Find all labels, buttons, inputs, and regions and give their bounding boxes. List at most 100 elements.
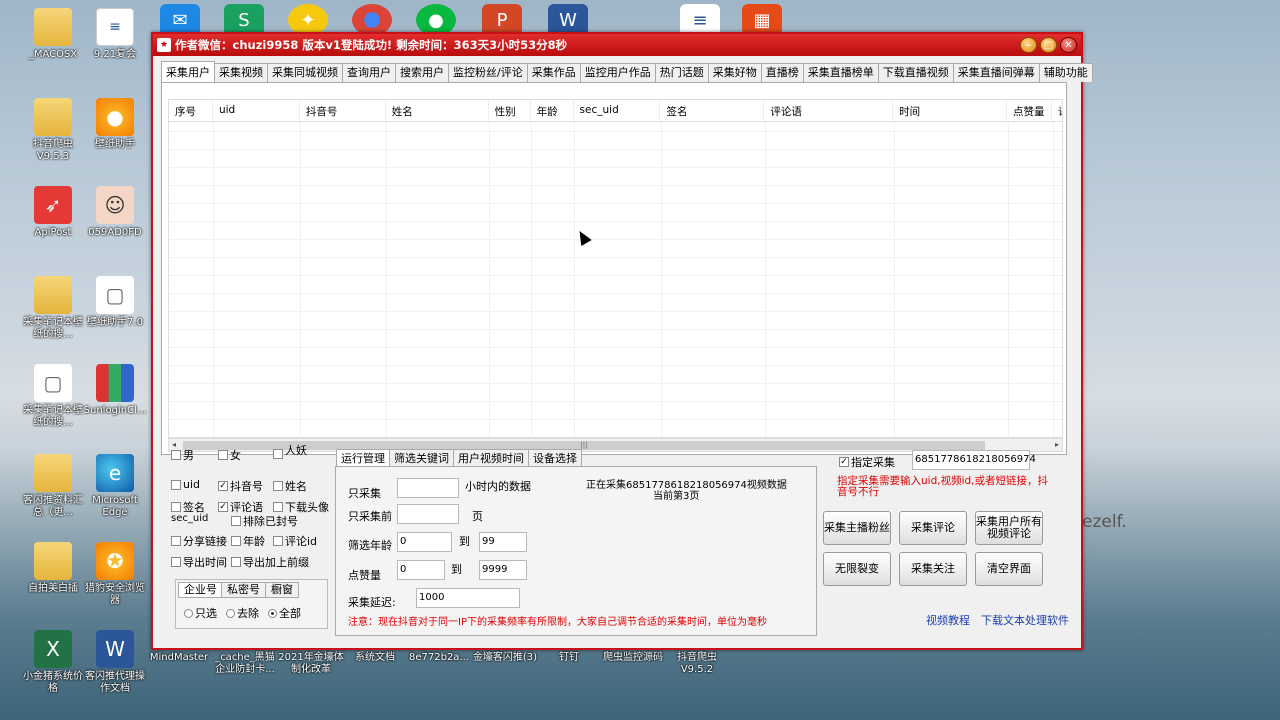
tab-search-users[interactable]: 搜索用户 <box>395 63 449 82</box>
tab-live-rank[interactable]: 直播榜 <box>760 63 804 82</box>
close-button[interactable]: ✕ <box>1060 37 1077 53</box>
desktop-icon[interactable]: _MACOSX <box>20 8 86 61</box>
checkbox-age[interactable]: 年龄 <box>231 533 265 549</box>
column-header[interactable]: 评论语 <box>764 100 894 121</box>
tab-private[interactable]: 私密号 <box>221 582 266 598</box>
specify-input[interactable]: 6851778618218056974 <box>912 450 1036 470</box>
desktop-icon[interactable]: 采集笔记本壁纸的搜... <box>20 276 86 341</box>
checkbox-specify-collect[interactable]: ✓ 指定采集 <box>839 454 895 470</box>
title-bar[interactable]: ★ 作者微信：chuzi9958 版本v1登陆成功! 剩余时间：363天3小时5… <box>153 34 1081 56</box>
minimize-button[interactable]: – <box>1020 37 1037 53</box>
desktop-icon[interactable]: _cache_黑猫企业防封卡... <box>212 652 278 676</box>
folder-icon <box>34 276 72 314</box>
checkbox-uid[interactable]: uid <box>171 478 200 491</box>
age-from-input[interactable]: 0 <box>397 532 452 552</box>
desktop-icon[interactable]: ● 壁纸助手 <box>82 98 148 151</box>
likes-from-input[interactable]: 0 <box>397 560 445 580</box>
desktop-icon[interactable]: e Microsoft Edge <box>82 454 148 519</box>
column-header[interactable]: uid <box>213 100 300 121</box>
scroll-right-icon[interactable]: ▸ <box>1055 439 1059 451</box>
desktop-icon[interactable]: ≡ 9.21复会 <box>82 8 148 61</box>
desktop-icon[interactable]: X 小金猪系统价格 <box>20 630 86 695</box>
tab-download-live[interactable]: 下载直播视频 <box>877 63 954 82</box>
checkbox-comment-id[interactable]: 评论id <box>273 533 317 549</box>
results-grid[interactable]: 序号 uid 抖音号 姓名 性别 年龄 sec_uid 签名 评论语 时间 点赞… <box>168 99 1063 438</box>
checkbox-export-prefix[interactable]: 导出加上前缀 <box>231 554 309 570</box>
desktop-icon[interactable]: 金壕客闪推(3) <box>472 652 538 664</box>
maximize-button[interactable]: □ <box>1040 37 1057 53</box>
column-header[interactable]: 抖音号 <box>300 100 386 121</box>
tab-collect-videos[interactable]: 采集视频 <box>214 63 268 82</box>
checkbox-male[interactable]: 男 <box>171 447 194 463</box>
desktop-icon[interactable]: 爬虫监控源码 <box>600 652 666 664</box>
desktop-icon[interactable]: ✪ 猎豹安全浏览器 <box>82 542 148 607</box>
tab-local-videos[interactable]: 采集同城视频 <box>267 63 343 82</box>
checkbox-female[interactable]: 女 <box>218 447 241 463</box>
hours-input[interactable] <box>397 478 459 498</box>
desktop-icon[interactable]: MindMaster <box>146 652 212 664</box>
tab-collect-live-list[interactable]: 采集直播榜单 <box>802 63 879 82</box>
desktop-icon[interactable]: ▢ 壁纸助手7.0 <box>82 276 148 329</box>
tab-collect-goods[interactable]: 采集好物 <box>707 63 762 82</box>
tab-showcase[interactable]: 橱窗 <box>265 582 299 598</box>
tab-live-comments[interactable]: 采集直播间弹幕 <box>952 63 1040 82</box>
checkbox-other[interactable]: 人妖 <box>273 441 307 459</box>
desktop-icon[interactable]: 客闪推资料汇总（更... <box>20 454 86 519</box>
tab-run-management[interactable]: 运行管理 <box>336 449 390 467</box>
collect-comments-button[interactable]: 采集评论 <box>899 511 967 545</box>
desktop-icon[interactable]: ➶ ApiPost <box>20 186 86 239</box>
desktop-icon[interactable]: W 客闪推代理操作文档 <box>82 630 148 695</box>
likes-to-input[interactable]: 9999 <box>479 560 527 580</box>
delay-input[interactable]: 1000 <box>416 588 520 608</box>
desktop-icon[interactable]: ▢ 采集笔记本壁纸的搜... <box>20 364 86 429</box>
column-header[interactable]: 年龄 <box>531 100 574 121</box>
clear-ui-button[interactable]: 清空界面 <box>975 552 1043 586</box>
checkbox-name[interactable]: 姓名 <box>273 478 307 494</box>
desktop-icon[interactable]: 抖音爬虫V9.5.3 <box>20 98 86 163</box>
checkbox-sec-uid[interactable]: sec_uid <box>171 513 208 524</box>
tab-user-video-time[interactable]: 用户视频时间 <box>453 449 529 467</box>
collect-all-video-comments-button[interactable]: 采集用户所有视频评论 <box>975 511 1043 545</box>
column-header[interactable]: 签名 <box>660 100 765 121</box>
desktop-icon[interactable]: 系统文档 <box>342 652 408 664</box>
column-header[interactable]: 姓名 <box>386 100 489 121</box>
infinite-fission-button[interactable]: 无限裂变 <box>823 552 891 586</box>
column-header[interactable]: 序号 <box>169 100 213 121</box>
radio-only[interactable]: 只选 <box>184 605 217 621</box>
tab-device-select[interactable]: 设备选择 <box>528 449 582 467</box>
tab-hot-topics[interactable]: 热门话题 <box>654 63 709 82</box>
radio-remove[interactable]: 去除 <box>226 605 259 621</box>
tab-monitor-works[interactable]: 监控用户作品 <box>579 63 656 82</box>
desktop-icon[interactable]: 自拍美白插 <box>20 542 86 595</box>
desktop-icon[interactable]: 2021年金壕体制化改革 <box>278 652 344 676</box>
column-header[interactable]: 点赞量 <box>1007 100 1052 121</box>
checkbox-douyin-id[interactable]: ✓ 抖音号 <box>218 478 263 494</box>
grid-body[interactable] <box>169 122 1062 437</box>
tab-collect-works[interactable]: 采集作品 <box>526 63 581 82</box>
video-tutorial-link[interactable]: 视频教程 <box>926 612 970 628</box>
desktop-icon[interactable]: ☺ 059AD0FD <box>82 186 148 239</box>
checkbox-exclude-banned[interactable]: 排除已封号 <box>231 513 298 529</box>
download-text-tool-link[interactable]: 下载文本处理软件 <box>981 612 1069 628</box>
tab-query-users[interactable]: 查询用户 <box>342 63 396 82</box>
column-header[interactable]: 评 <box>1052 100 1062 121</box>
checkbox-export-time[interactable]: 导出时间 <box>171 554 227 570</box>
collect-follows-button[interactable]: 采集关注 <box>899 552 967 586</box>
tab-monitor-fans[interactable]: 监控粉丝/评论 <box>448 63 528 82</box>
tab-enterprise[interactable]: 企业号 <box>178 582 223 598</box>
column-header[interactable]: 时间 <box>893 100 1008 121</box>
desktop-icon[interactable]: SunloginCl... <box>82 364 148 417</box>
age-to-input[interactable]: 99 <box>479 532 527 552</box>
desktop-icon[interactable]: 钉钉 <box>536 652 602 664</box>
collect-host-fans-button[interactable]: 采集主播粉丝 <box>823 511 891 545</box>
column-header[interactable]: 性别 <box>489 100 531 121</box>
tab-filter-keywords[interactable]: 筛选关键词 <box>389 449 454 467</box>
pages-input[interactable] <box>397 504 459 524</box>
checkbox-share-link[interactable]: 分享链接 <box>171 533 227 549</box>
tab-tools[interactable]: 辅助功能 <box>1038 63 1093 82</box>
radio-all[interactable]: 全部 <box>268 605 301 621</box>
desktop-icon[interactable]: 8e772b2a... <box>406 652 472 664</box>
tab-collect-users[interactable]: 采集用户 <box>161 61 215 82</box>
column-header[interactable]: sec_uid <box>574 100 661 121</box>
desktop-icon[interactable]: 抖音爬虫V9.5.2 <box>664 652 730 676</box>
